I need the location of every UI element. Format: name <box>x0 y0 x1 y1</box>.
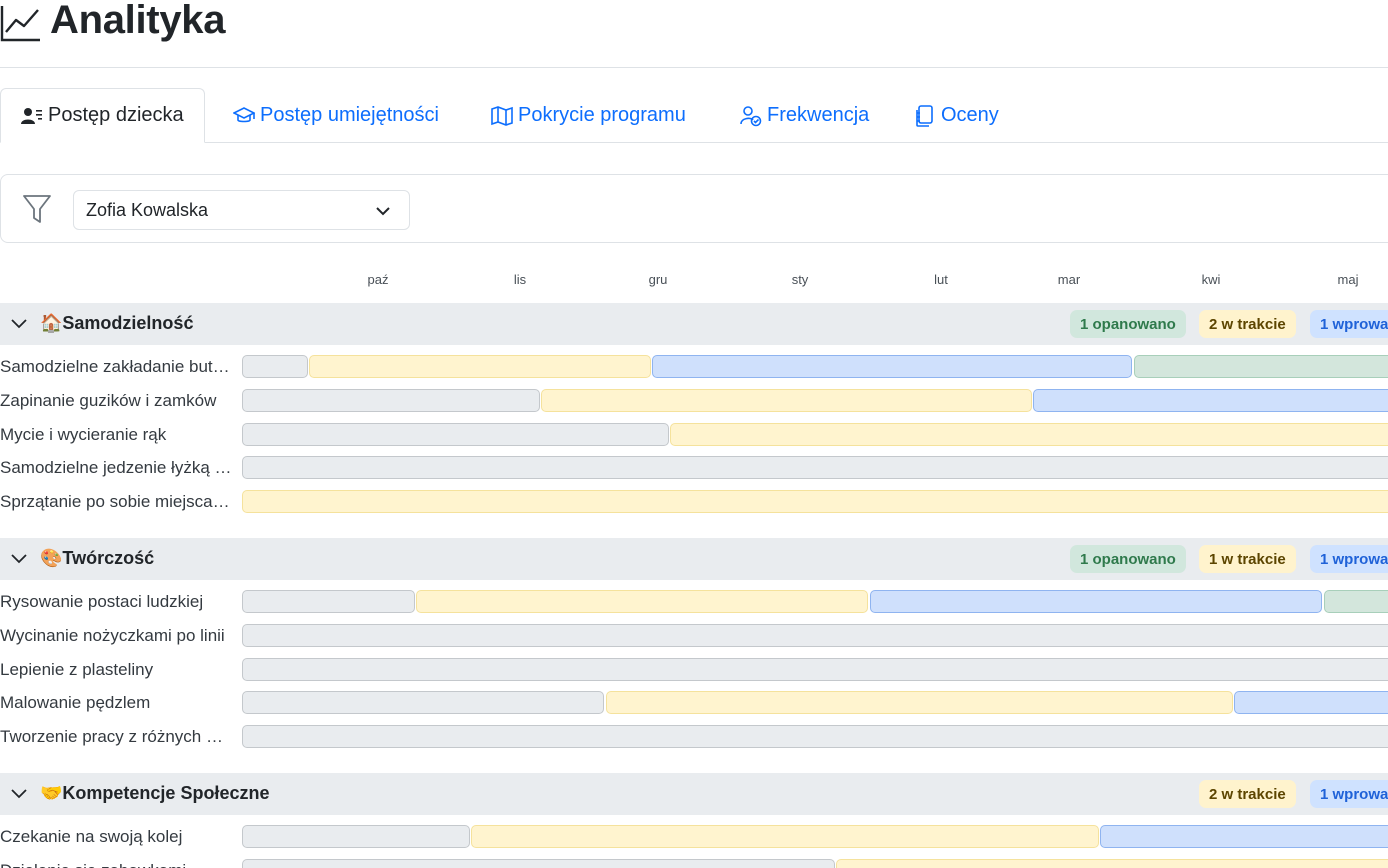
skill-label: Samodzielne jedzenie łyżką i widelcem <box>0 458 232 478</box>
timeline-segment-gray[interactable] <box>242 691 605 715</box>
tab-grades[interactable]: Oceny <box>914 88 999 143</box>
skill-label: Czekanie na swoją kolej <box>0 827 183 846</box>
timeline-segment-gray[interactable] <box>242 825 471 848</box>
chevron-down-icon <box>376 207 390 216</box>
status-badge: 2 w trakcie <box>1199 310 1296 338</box>
status-badge: 1 w trakcie <box>1199 545 1296 573</box>
month-label: mar <box>1057 272 1081 287</box>
timeline-segment-blue[interactable] <box>1100 825 1388 848</box>
tab-attendance[interactable]: Frekwencja <box>740 88 869 143</box>
month-label: maj <box>1337 272 1359 287</box>
status-badge: 1 wprowadzono <box>1310 545 1388 573</box>
group-header[interactable]: 🎨Twórczość 1 wprowadzono 1 w trakcie 1 opan… <box>0 538 1388 580</box>
tab-label: Postęp umiejętności <box>260 104 439 126</box>
timeline-segment-blue[interactable] <box>651 355 1133 378</box>
tab-skill-progress[interactable]: Postęp umiejętności <box>233 88 439 143</box>
timeline-segment-gray[interactable] <box>242 355 308 378</box>
page-header: Analityka <box>0 0 1388 68</box>
timeline-segment-yellow[interactable] <box>836 858 1388 868</box>
skill-label: Wycinanie nożyczkami po linii <box>0 625 225 645</box>
timeline-segment-yellow[interactable] <box>242 490 1388 514</box>
timeline-segment-yellow[interactable] <box>540 388 1032 412</box>
tab-label: Oceny <box>941 104 999 126</box>
group-title: 🏠Samodzielność <box>40 313 194 333</box>
status-badge: 2 w trakcie <box>1199 780 1296 808</box>
tab-child-progress[interactable]: Postęp dziecka <box>0 88 205 143</box>
skill-label: Rysowanie postaci ludzkiej <box>0 592 204 611</box>
timeline-segment-gray[interactable] <box>242 725 1388 749</box>
tab-label: Pokrycie programu <box>518 104 686 126</box>
timeline-segment-gray[interactable] <box>242 657 1388 681</box>
group-header[interactable]: 🏠Samodzielność 1 wprowadzono 2 w trakcie 1 … <box>0 303 1388 345</box>
person-check-icon <box>740 105 762 126</box>
month-label: sty <box>791 272 809 287</box>
child-select[interactable]: Zofia Kowalska <box>73 190 410 230</box>
tab-label: Postęp dziecka <box>48 104 184 126</box>
timeline-segment-gray[interactable] <box>242 590 415 613</box>
timeline-segment-yellow[interactable] <box>309 355 651 378</box>
timeline-segment-gray[interactable] <box>242 388 540 412</box>
funnel-icon <box>23 195 51 223</box>
timeline-segment-green[interactable] <box>1323 590 1388 613</box>
timeline-segment-gray[interactable] <box>242 422 670 446</box>
skill-label: Mycie i wycieranie rąk <box>0 424 167 444</box>
group-title: 🎨Twórczość <box>40 548 155 568</box>
tab-bar: Postęp dziecka Postęp umiejętności Pokry… <box>0 88 1388 143</box>
journals-icon <box>916 104 933 127</box>
status-badge: 1 opanowano <box>1070 545 1186 573</box>
timeline-segment-yellow[interactable] <box>415 590 869 613</box>
timeline-segment-gray[interactable] <box>242 456 1388 480</box>
timeline-month-axis: paź lis gru sty lut mar kwi maj <box>0 262 1388 298</box>
skill-label: Tworzenie pracy z różnych materiałów <box>0 727 232 747</box>
group-title: 🤝Kompetencje Społeczne <box>40 783 270 803</box>
skill-label: Dzielenie się zabawkami <box>0 861 232 868</box>
timeline-segment-green[interactable] <box>1133 355 1388 378</box>
person-lines-icon <box>21 107 42 124</box>
filter-card: Zofia Kowalska <box>0 174 1388 243</box>
month-label: gru <box>648 272 668 287</box>
timeline-segment-gray[interactable] <box>242 858 835 868</box>
map-icon <box>491 105 513 126</box>
line-chart-icon <box>0 6 40 42</box>
page-title: Analityka <box>50 0 226 42</box>
status-badge: 1 wprowadzono <box>1310 310 1388 338</box>
timeline-segment-yellow[interactable] <box>471 825 1099 848</box>
timeline-segment-gray[interactable] <box>242 623 1388 647</box>
skill-label: Zapinanie guzików i zamków <box>0 390 217 410</box>
timeline-segment-yellow[interactable] <box>670 422 1388 446</box>
skill-label: Lepienie z plasteliny <box>0 659 154 679</box>
month-label: kwi <box>1201 272 1221 287</box>
chevron-down-icon[interactable] <box>10 551 28 567</box>
chevron-down-icon[interactable] <box>10 316 28 332</box>
tab-curriculum-coverage[interactable]: Pokrycie programu <box>491 88 686 143</box>
month-label: lis <box>513 272 527 287</box>
month-label: lut <box>934 272 948 287</box>
mortarboard-icon <box>233 106 255 122</box>
timeline-segment-yellow[interactable] <box>605 691 1234 715</box>
skill-label: Sprzątanie po sobie miejsca zabawy <box>0 492 232 512</box>
skill-label: Malowanie pędzlem <box>0 693 151 713</box>
timeline-segment-blue[interactable] <box>1032 388 1388 412</box>
chevron-down-icon[interactable] <box>10 786 28 802</box>
month-label: paź <box>367 272 389 287</box>
skill-label: Samodzielne zakładanie butów <box>0 357 232 376</box>
group-header[interactable]: 🤝Kompetencje Społeczne 1 wprowadzono 2 w t… <box>0 773 1388 815</box>
tab-label: Frekwencja <box>767 104 870 126</box>
timeline-segment-blue[interactable] <box>869 590 1323 613</box>
status-badge: 1 opanowano <box>1070 310 1186 338</box>
timeline-segment-blue[interactable] <box>1234 691 1388 715</box>
status-badge: 1 wprowadzono <box>1310 780 1388 808</box>
selected-child: Zofia Kowalska <box>86 199 209 220</box>
